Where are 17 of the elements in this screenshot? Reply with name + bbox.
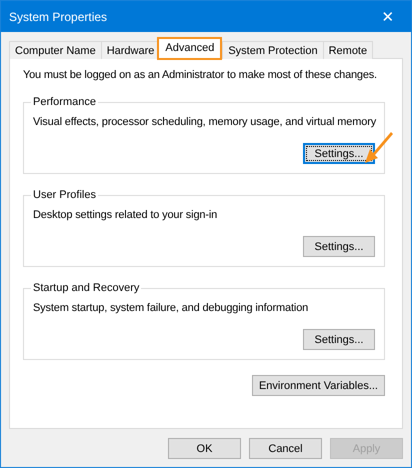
settings-button[interactable]: Settings...	[303, 236, 375, 257]
group-description: Visual effects, processor scheduling, memory usage, and virtual memory	[33, 115, 375, 129]
close-button[interactable]: ✕	[365, 8, 411, 26]
group-description: Desktop settings related to your sign-in	[33, 208, 218, 222]
settings-button[interactable]: Settings...	[303, 329, 375, 350]
tab[interactable]: Remote	[322, 41, 374, 59]
dialog-button[interactable]: Cancel	[249, 438, 322, 459]
settings-button[interactable]: Settings...	[303, 143, 375, 164]
tab[interactable]: Computer Name	[9, 41, 102, 59]
environment-variables-button[interactable]: Environment Variables...	[252, 375, 385, 396]
group-title: Startup and Recovery	[31, 281, 142, 295]
tab[interactable]: Advanced	[158, 38, 222, 59]
tab[interactable]: System Protection	[222, 41, 324, 59]
group-description: System startup, system failure, and debugging information	[33, 301, 310, 315]
dialog-button[interactable]: OK	[168, 438, 241, 459]
admin-notice: You must be logged on as an Administrator to make most of these changes.	[23, 68, 377, 82]
window-title: System Properties	[9, 10, 108, 24]
